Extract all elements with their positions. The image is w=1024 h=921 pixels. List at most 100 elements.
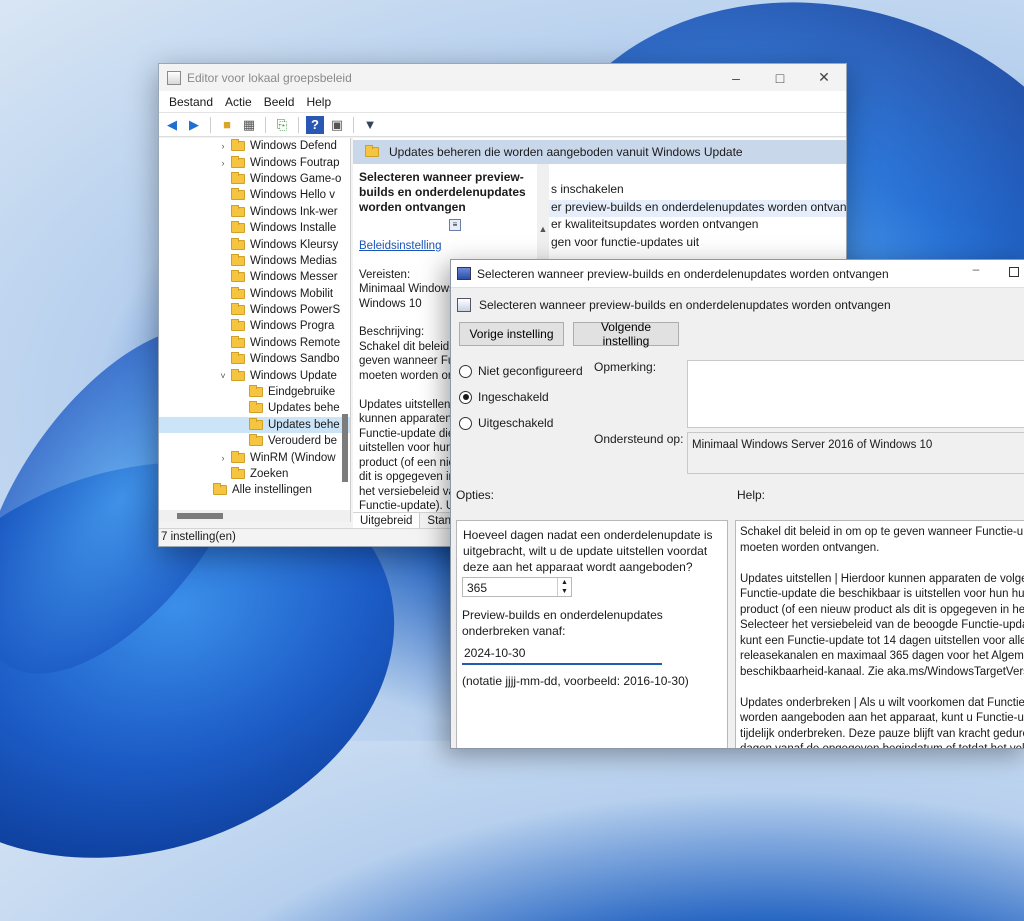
settings-icon xyxy=(213,483,227,496)
options-label: Opties: xyxy=(456,488,495,502)
help-text: Schakel dit beleid in om op te geven wan… xyxy=(740,526,1024,749)
tree-item-label: WinRM (Window xyxy=(250,451,336,464)
tree-item[interactable]: ˅ Windows Update xyxy=(159,367,350,383)
chevron-right-icon[interactable]: › xyxy=(217,453,229,463)
tree-item-label: Windows Game-o xyxy=(250,172,342,185)
minimize-icon[interactable]: – xyxy=(966,262,986,276)
scroll-up-icon[interactable]: ▲ xyxy=(537,224,549,234)
tree-item[interactable]: Windows Messer xyxy=(159,269,350,285)
folder-icon xyxy=(231,303,245,316)
help-label: Help: xyxy=(737,488,766,502)
pause-date-input[interactable] xyxy=(462,643,662,665)
back-arrow-icon[interactable]: ◀ xyxy=(163,116,181,134)
tree-item-label: Windows Mobilit xyxy=(250,287,334,300)
radio-circle-icon[interactable] xyxy=(459,364,472,378)
tree-item[interactable]: › Windows Foutrap xyxy=(159,154,350,170)
help-icon[interactable]: ? xyxy=(306,115,324,134)
menu-bestand[interactable]: Bestand xyxy=(163,95,219,109)
stepper-down-icon[interactable]: ▼ xyxy=(558,587,571,596)
folder-icon xyxy=(231,204,245,217)
close-icon[interactable]: ✕ xyxy=(802,64,846,91)
policy-setting-link[interactable]: Beleidsinstelling xyxy=(359,239,533,254)
show-hide-tree-icon[interactable]: ▦ xyxy=(240,116,258,134)
radio-circle-icon[interactable] xyxy=(459,416,472,430)
pane-header-title: Updates beheren die worden aangeboden va… xyxy=(389,145,743,159)
folder-icon xyxy=(231,335,245,348)
tree-item[interactable]: Windows Kleursy xyxy=(159,236,350,252)
title-bar: Editor voor lokaal groepsbeleid – □ ✕ xyxy=(159,64,846,91)
chevron-down-icon[interactable]: ˅ xyxy=(217,371,229,381)
folder-icon xyxy=(231,155,245,168)
tree-horizontal-scrollbar[interactable] xyxy=(159,510,350,522)
tree-item-label: Windows Progra xyxy=(250,320,335,333)
folder-icon xyxy=(365,145,379,157)
pause-label: Preview-builds en onderdelenupdates onde… xyxy=(462,608,663,638)
menu-beeld[interactable]: Beeld xyxy=(258,95,301,109)
scrollbar-thumb[interactable] xyxy=(177,513,223,519)
tree-item[interactable]: › Windows Defend xyxy=(159,138,350,154)
chevron-right-icon[interactable]: › xyxy=(217,158,229,168)
help-panel[interactable]: Schakel dit beleid in om op te geven wan… xyxy=(735,520,1024,749)
filter-icon[interactable]: ▼ xyxy=(361,116,379,134)
next-setting-button[interactable]: Volgende instelling xyxy=(573,320,679,348)
tree-scrollbar-thumb[interactable] xyxy=(342,414,348,482)
stepper-up-icon[interactable]: ▲ xyxy=(558,578,571,587)
folder-icon xyxy=(231,188,245,201)
up-folder-icon[interactable]: ■ xyxy=(218,116,236,134)
comment-textarea[interactable] xyxy=(687,360,1024,428)
folder-icon xyxy=(231,368,245,381)
menu-actie[interactable]: Actie xyxy=(219,95,258,109)
description-title: Selecteren wanneer preview-builds en ond… xyxy=(359,170,526,214)
tree-item[interactable]: Windows Remote xyxy=(159,335,350,351)
radio-not-configured[interactable]: Niet geconfigureerd xyxy=(459,364,583,378)
tree-item[interactable]: Windows Installe xyxy=(159,220,350,236)
tree-item[interactable]: Windows Mobilit xyxy=(159,286,350,302)
setting-row[interactable]: gen voor functie-updates uit xyxy=(549,235,846,253)
maximize-icon[interactable] xyxy=(1009,267,1019,277)
tree-item[interactable]: Alle instellingen xyxy=(159,482,350,498)
defer-days-value[interactable]: 365 xyxy=(467,581,487,595)
tree-item[interactable]: Zoeken xyxy=(159,466,350,482)
toolbar-separator xyxy=(353,116,354,133)
forward-arrow-icon[interactable]: ▶ xyxy=(185,116,203,134)
maximize-icon[interactable]: □ xyxy=(758,64,802,91)
setting-row[interactable]: er kwaliteitsupdates worden ontvangen xyxy=(549,217,846,235)
tree-item[interactable]: Windows Progra xyxy=(159,318,350,334)
gpedit-app-icon xyxy=(167,70,181,85)
folder-icon xyxy=(249,417,263,430)
export-list-icon[interactable]: ⎘ xyxy=(273,116,291,134)
menu-bar: Bestand Actie Beeld Help xyxy=(159,91,846,113)
tree-item[interactable]: Verouderd be xyxy=(159,433,350,449)
tree-item[interactable]: Updates behe xyxy=(159,400,350,416)
menu-help[interactable]: Help xyxy=(300,95,337,109)
chevron-right-icon[interactable]: › xyxy=(217,141,229,151)
stepper-arrows[interactable]: ▲ ▼ xyxy=(557,578,571,596)
radio-enabled[interactable]: Ingeschakeld xyxy=(459,390,549,404)
tree-item[interactable]: Windows Ink-wer xyxy=(159,204,350,220)
tree-item[interactable]: Windows Game-o xyxy=(159,171,350,187)
tree-item[interactable]: Windows Medias xyxy=(159,253,350,269)
setting-row[interactable]: s inschakelen xyxy=(549,182,846,200)
dialog-title: Selecteren wanneer preview-builds en ond… xyxy=(477,266,889,281)
folder-icon xyxy=(231,171,245,184)
divider xyxy=(451,287,1024,288)
tree-item[interactable]: › WinRM (Window xyxy=(159,449,350,465)
tree-item[interactable]: Windows PowerS xyxy=(159,302,350,318)
radio-disabled[interactable]: Uitgeschakeld xyxy=(459,416,553,430)
defer-days-stepper[interactable]: 365 ▲ ▼ xyxy=(462,577,572,597)
minimize-icon[interactable]: – xyxy=(714,64,758,91)
tree-item-label: Alle instellingen xyxy=(232,484,312,497)
previous-setting-button[interactable]: Vorige instelling xyxy=(459,322,564,346)
tree-item[interactable]: Windows Sandbo xyxy=(159,351,350,367)
tree-item-label: Windows Installe xyxy=(250,222,337,235)
setting-row-selected[interactable]: er preview-builds en onderdelenupdates w… xyxy=(549,199,846,217)
folder-icon xyxy=(231,319,245,332)
tree-item[interactable]: Eindgebruike xyxy=(159,384,350,400)
policy-setting-icon xyxy=(457,298,471,312)
policy-tree[interactable]: › Windows Defend › Windows Foutrap Windows G… xyxy=(159,138,351,522)
tree-item[interactable]: Windows Hello v xyxy=(159,187,350,203)
folder-icon xyxy=(231,253,245,266)
radio-checked-icon[interactable] xyxy=(459,390,472,404)
tree-item[interactable]: Updates behe xyxy=(159,416,350,434)
properties-icon[interactable]: ▣ xyxy=(328,116,346,134)
